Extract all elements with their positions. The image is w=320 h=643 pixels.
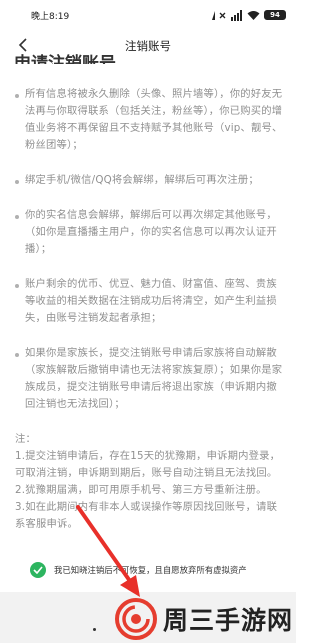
- signal-bars-icon: [231, 9, 243, 21]
- term-item: 如果你是家族长，提交注销账号申请后家族将自动解散（家族解散后撤销申请也无法将家族…: [15, 345, 283, 413]
- term-item: 绑定手机/微信/QQ将会解绑，解绑后可再次注册；: [15, 172, 283, 189]
- checkmark-icon: [33, 566, 43, 574]
- terms-content: 所有信息将被永久删除（头像、照片墙等），你的好友无法再与你取得联系（包括关注，粉…: [15, 86, 283, 533]
- term-text: 如果你是家族长，提交注销账号申请后家族将自动解散（家族解散后撤销申请也无法将家族…: [25, 347, 283, 410]
- term-text: 绑定手机/微信/QQ将会解绑，解绑后可再次注册；: [25, 174, 259, 186]
- consent-row[interactable]: 我已知晓注销后不可恢复，且自愿放弃所有虚拟资产: [30, 562, 247, 578]
- bullet-dot-icon: [15, 94, 19, 98]
- bullet-dot-icon: [15, 353, 19, 357]
- small-dot: [93, 628, 96, 631]
- term-item: 你的实名信息会解绑，解绑后可以再次绑定其他账号，（如你是直播播主用户，你的实名信…: [15, 207, 283, 258]
- note-item: 2.犹豫期届满，即可用原手机号、第三方号重新注册。: [15, 484, 267, 496]
- consent-label: 我已知晓注销后不可恢复，且自愿放弃所有虚拟资产: [54, 565, 247, 575]
- notes-block: 注： 1.提交注销申请后，存在15天的犹豫期，申诉期内登录，可取消注销，申诉期到…: [15, 431, 283, 533]
- signal-x-icon: [211, 10, 227, 21]
- note-item: 3.如在此期间内有非本人或误操作等原因找回账号，请联系客服申诉。: [15, 501, 278, 530]
- term-item: 账户剩余的优币、优豆、魅力值、财富值、座驾、贵族等收益的相关数据在注销成功后将清…: [15, 276, 283, 327]
- watermark: 周三手游网: [115, 598, 293, 640]
- note-item: 1.提交注销申请后，存在15天的犹豫期，申诉期内登录，可取消注销，申诉期到期后，…: [15, 450, 281, 479]
- term-text: 账户剩余的优币、优豆、魅力值、财富值、座驾、贵族等收益的相关数据在注销成功后将清…: [25, 278, 277, 324]
- watermark-logo-icon: [115, 598, 157, 640]
- watermark-text: 周三手游网: [163, 606, 294, 635]
- term-text: 你的实名信息会解绑，解绑后可以再次绑定其他账号，（如你是直播播主用户，你的实名信…: [25, 209, 277, 255]
- status-time: 晚上8:19: [31, 12, 70, 22]
- term-text: 所有信息将被永久删除（头像、照片墙等），你的好友无法再与你取得联系（包括关注，粉…: [25, 88, 283, 151]
- bullet-dot-icon: [15, 215, 19, 219]
- battery-icon: 94: [264, 10, 286, 20]
- bullet-dot-icon: [15, 180, 19, 184]
- term-item: 所有信息将被永久删除（头像、照片墙等），你的好友无法再与你取得联系（包括关注，粉…: [15, 86, 283, 154]
- wifi-icon: [247, 10, 260, 21]
- section-heading: 申请注销账号: [14, 54, 116, 64]
- bullet-dot-icon: [15, 284, 19, 288]
- consent-checkbox[interactable]: [30, 562, 46, 578]
- status-icons: 94: [211, 8, 286, 22]
- status-bar: 晚上8:19 94: [0, 0, 296, 30]
- notes-title: 注：: [15, 433, 36, 445]
